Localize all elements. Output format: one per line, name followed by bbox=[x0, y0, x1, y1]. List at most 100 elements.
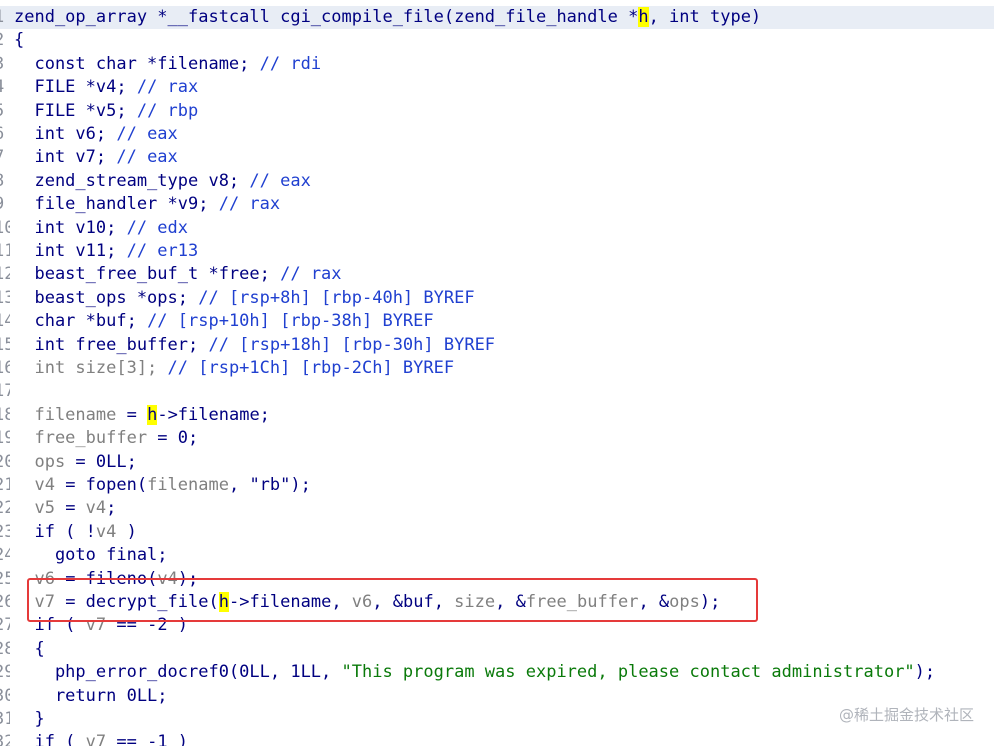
code-token: // edx bbox=[126, 217, 189, 238]
code-token: // eax bbox=[116, 147, 178, 168]
code-line[interactable]: 22 v5 = v4; bbox=[0, 497, 994, 520]
code-text: if ( !v4 ) bbox=[14, 521, 137, 544]
code-token: = fopen( bbox=[54, 475, 148, 495]
code-line[interactable]: 17 bbox=[0, 380, 994, 403]
code-line[interactable]: 12 beast_free_buf_t *free; // rax bbox=[0, 263, 994, 286]
code-token: , "rb"); bbox=[228, 475, 311, 495]
code-token: = 0LL; bbox=[65, 451, 137, 472]
code-text: int v10; // edx bbox=[14, 217, 188, 240]
pseudocode-view[interactable]: 1zend_op_array *__fastcall cgi_compile_f… bbox=[0, 0, 994, 746]
code-text: } bbox=[14, 708, 44, 731]
code-token: int v7; bbox=[14, 147, 117, 168]
code-text: filename = h->filename; bbox=[14, 404, 270, 427]
code-line[interactable]: 32 if ( v7 == -1 ) bbox=[0, 731, 994, 746]
code-token: const char *filename; bbox=[14, 53, 260, 74]
code-token: { bbox=[14, 638, 45, 659]
code-text: int v11; // er13 bbox=[14, 240, 198, 263]
code-text: return 0LL; bbox=[14, 685, 168, 708]
code-token: return 0LL; bbox=[14, 685, 168, 706]
line-number: 14 bbox=[0, 311, 10, 332]
code-line[interactable]: 3 const char *filename; // rdi bbox=[0, 53, 994, 76]
code-line[interactable]: 29 php_error_docref0(0LL, 1LL, "This pro… bbox=[0, 661, 994, 684]
code-line[interactable]: 1zend_op_array *__fastcall cgi_compile_f… bbox=[0, 6, 994, 29]
code-token: = bbox=[116, 404, 148, 425]
code-token: // eax bbox=[249, 170, 311, 191]
line-number: 19 bbox=[0, 428, 10, 449]
code-token: v5 bbox=[14, 498, 55, 519]
code-line[interactable]: 21 v4 = fopen(filename, "rb"); bbox=[0, 474, 994, 497]
code-text: ops = 0LL; bbox=[14, 451, 137, 474]
code-token: FILE *v4; bbox=[14, 77, 137, 98]
line-number: 11 bbox=[0, 241, 10, 261]
highlighted-token: h bbox=[147, 404, 158, 425]
highlighted-token: h bbox=[638, 7, 649, 27]
code-token: ; bbox=[106, 498, 117, 519]
line-number: 17 bbox=[0, 381, 10, 402]
line-number: 5 bbox=[0, 100, 10, 123]
code-token: int v10; bbox=[14, 217, 127, 238]
code-line[interactable]: 5 FILE *v5; // rbp bbox=[0, 100, 994, 123]
code-line[interactable]: 28 { bbox=[0, 638, 994, 661]
code-token: ->filename; bbox=[157, 404, 270, 425]
code-token: if ( bbox=[14, 732, 86, 746]
code-token: zend_op_array *__fastcall cgi_compile_fi… bbox=[14, 7, 639, 27]
code-token: "This program was expired, please contac… bbox=[341, 662, 915, 683]
code-line[interactable]: 2{ bbox=[0, 29, 994, 52]
line-number: 18 bbox=[0, 404, 10, 425]
code-token: // rdi bbox=[259, 53, 322, 74]
code-text: if ( v7 == -1 ) bbox=[14, 731, 188, 746]
code-line[interactable]: 13 beast_ops *ops; // [rsp+8h] [rbp-40h]… bbox=[0, 287, 994, 310]
code-token: { bbox=[14, 30, 25, 51]
code-text: { bbox=[14, 638, 45, 661]
code-line[interactable]: 18 filename = h->filename; bbox=[0, 404, 994, 427]
code-line[interactable]: 11 int v11; // er13 bbox=[0, 240, 994, 263]
line-number: 24 bbox=[0, 545, 10, 566]
code-line[interactable]: 4 FILE *v4; // rax bbox=[0, 76, 994, 99]
code-line[interactable]: 8 zend_stream_type v8; // eax bbox=[0, 170, 994, 193]
code-token: int v11; bbox=[14, 241, 127, 261]
code-text: zend_stream_type v8; // eax bbox=[14, 170, 311, 193]
code-line[interactable]: 19 free_buffer = 0; bbox=[0, 427, 994, 450]
line-number: 3 bbox=[0, 53, 10, 76]
line-number: 16 bbox=[0, 358, 10, 378]
code-token: // rax bbox=[136, 77, 199, 98]
code-token: if ( ! bbox=[14, 521, 96, 542]
code-token: // [rsp+8h] [rbp-40h] BYREF bbox=[198, 287, 475, 308]
code-token: filename bbox=[14, 404, 117, 425]
line-number: 23 bbox=[0, 521, 10, 542]
code-line[interactable]: 15 int free_buffer; // [rsp+18h] [rbp-30… bbox=[0, 334, 994, 357]
code-token: ops bbox=[14, 451, 66, 472]
code-text: file_handler *v9; // rax bbox=[14, 193, 280, 216]
code-line[interactable]: 16 int size[3]; // [rsp+1Ch] [rbp-2Ch] B… bbox=[0, 357, 994, 380]
code-text: zend_op_array *__fastcall cgi_compile_fi… bbox=[14, 6, 761, 29]
code-token: // er13 bbox=[126, 241, 199, 261]
code-token: = bbox=[54, 498, 86, 519]
code-token: // rax bbox=[280, 264, 342, 285]
code-line[interactable]: 9 file_handler *v9; // rax bbox=[0, 193, 994, 216]
line-number: 20 bbox=[0, 451, 10, 472]
line-number: 13 bbox=[0, 287, 10, 308]
code-line[interactable]: 14 char *buf; // [rsp+10h] [rbp-38h] BYR… bbox=[0, 310, 994, 333]
code-token: // [rsp+1Ch] [rbp-2Ch] BYREF bbox=[167, 358, 455, 378]
code-text: int v7; // eax bbox=[14, 146, 178, 169]
code-line[interactable]: 24 goto final; bbox=[0, 544, 994, 567]
code-text: beast_free_buf_t *free; // rax bbox=[14, 263, 342, 286]
code-text: int size[3]; // [rsp+1Ch] [rbp-2Ch] BYRE… bbox=[14, 357, 454, 380]
code-line[interactable]: 23 if ( !v4 ) bbox=[0, 521, 994, 544]
code-token: beast_ops *ops; bbox=[14, 287, 199, 308]
code-line[interactable]: 6 int v6; // eax bbox=[0, 123, 994, 146]
code-token: int v6; bbox=[14, 124, 117, 144]
code-token: ) bbox=[116, 521, 137, 542]
code-text: int v6; // eax bbox=[14, 123, 177, 146]
code-text: FILE *v4; // rax bbox=[14, 76, 198, 99]
code-token: goto final; bbox=[14, 545, 168, 566]
code-line[interactable]: 10 int v10; // edx bbox=[0, 217, 994, 240]
line-number: 21 bbox=[0, 475, 10, 495]
line-number: 10 bbox=[0, 217, 10, 238]
code-line[interactable]: 20 ops = 0LL; bbox=[0, 451, 994, 474]
line-number: 9 bbox=[0, 193, 10, 216]
code-line[interactable]: 7 int v7; // eax bbox=[0, 146, 994, 169]
line-number: 28 bbox=[0, 638, 10, 659]
line-number: 4 bbox=[0, 76, 10, 99]
code-token: int free_buffer; bbox=[14, 334, 209, 355]
